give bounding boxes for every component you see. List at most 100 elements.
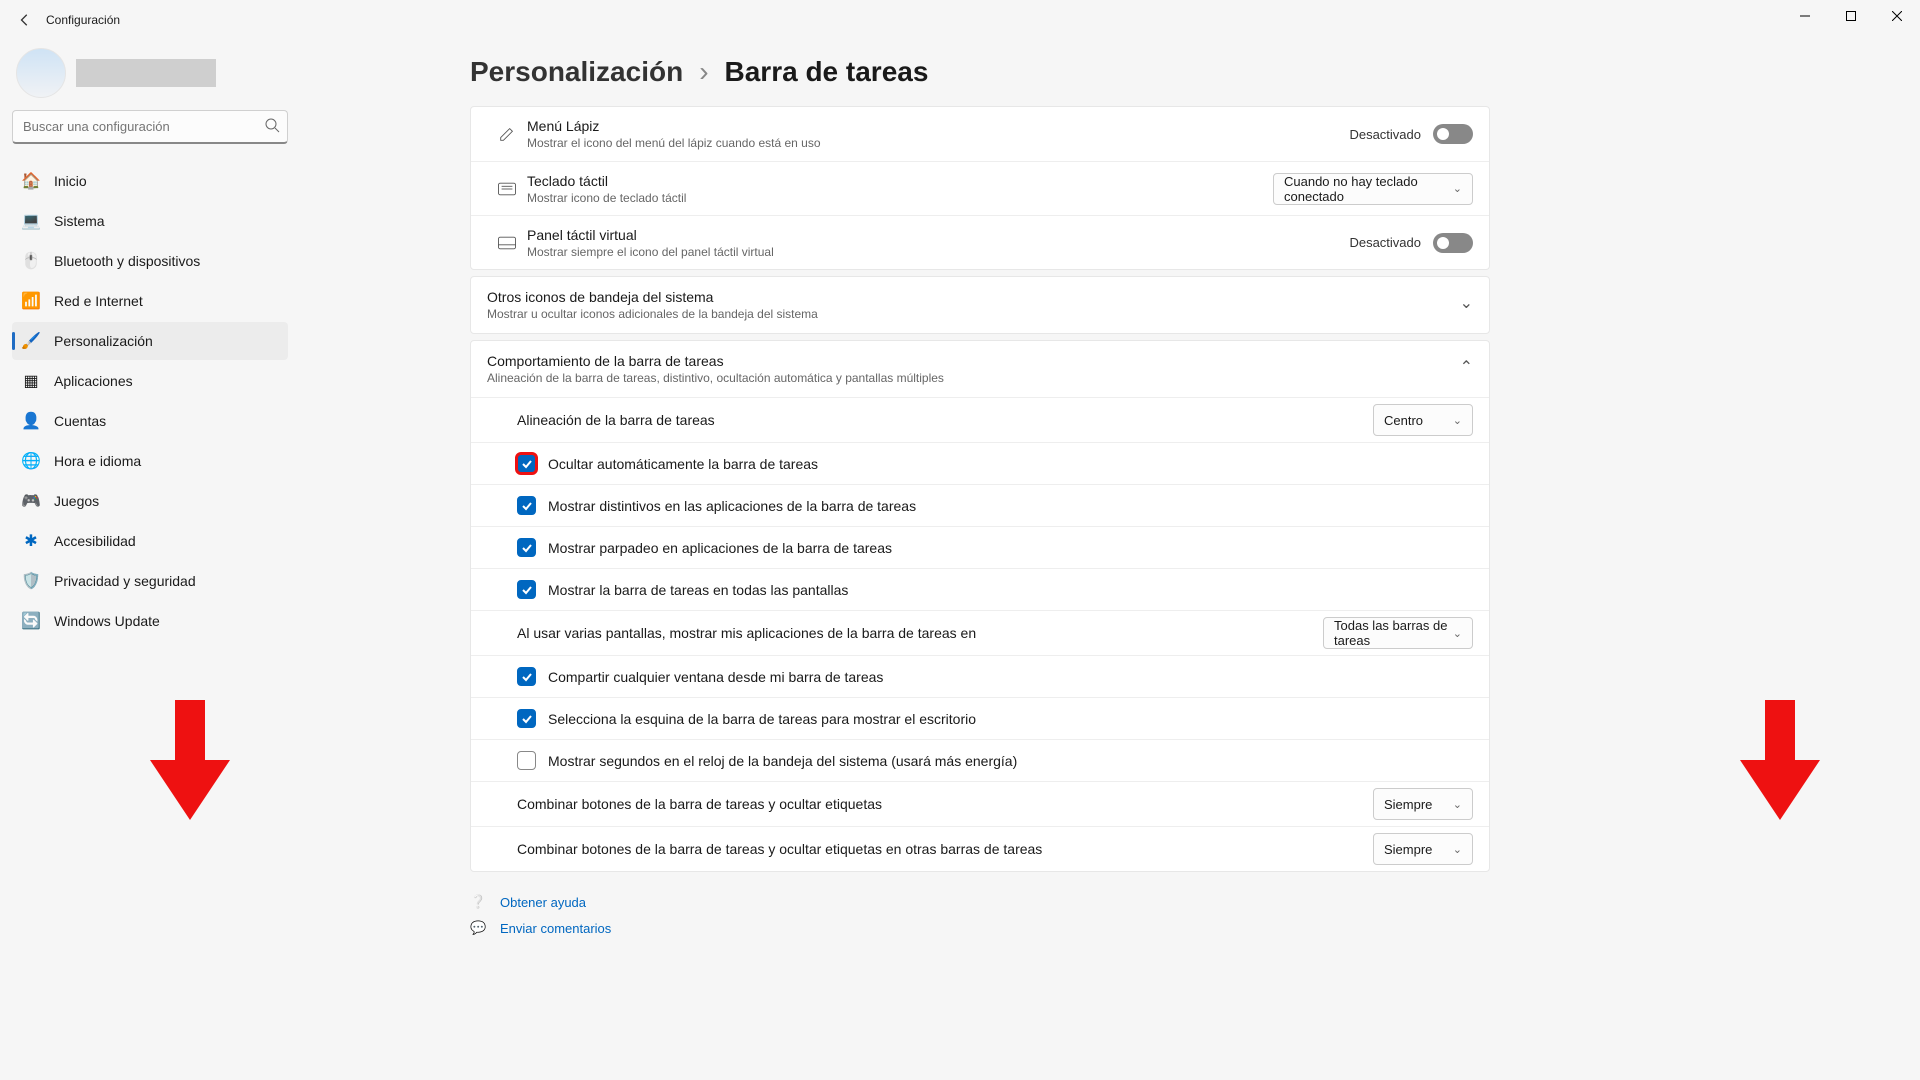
alignment-dropdown[interactable]: Centro⌄	[1373, 404, 1473, 436]
network-icon: 📶	[22, 292, 40, 310]
search-input[interactable]	[12, 110, 288, 144]
back-button[interactable]	[8, 3, 42, 37]
row-desc: Mostrar siempre el icono del panel tácti…	[527, 245, 1349, 259]
minimize-button[interactable]	[1782, 0, 1828, 32]
chevron-up-icon: ⌃	[1460, 353, 1473, 377]
setting-label: Combinar botones de la barra de tareas y…	[517, 841, 1373, 857]
setting-label: Alineación de la barra de tareas	[517, 412, 1373, 428]
group-title: Comportamiento de la barra de tareas	[487, 353, 944, 369]
apps-icon: ▦	[22, 372, 40, 390]
sidebar: 🏠Inicio 💻Sistema 🖱️Bluetooth y dispositi…	[0, 44, 300, 1080]
multi-monitor-dropdown[interactable]: Todas las barras de tareas⌄	[1323, 617, 1473, 649]
close-button[interactable]	[1874, 0, 1920, 32]
time-icon: 🌐	[22, 452, 40, 470]
toggle-state: Desactivado	[1349, 235, 1421, 250]
sidebar-item-sistema[interactable]: 💻Sistema	[12, 202, 288, 240]
setting-label: Al usar varias pantallas, mostrar mis ap…	[517, 625, 1323, 641]
group-header-behavior[interactable]: Comportamiento de la barra de tareas Ali…	[471, 341, 1489, 397]
row-badges: Mostrar distintivos en las aplicaciones …	[471, 484, 1489, 526]
chevron-down-icon: ⌄	[1453, 798, 1462, 811]
chevron-right-icon: ›	[699, 56, 708, 88]
sidebar-item-hora[interactable]: 🌐 Hora e idioma	[12, 442, 288, 480]
sidebar-item-inicio[interactable]: 🏠Inicio	[12, 162, 288, 200]
sidebar-item-accesibilidad[interactable]: ✱Accesibilidad	[12, 522, 288, 560]
row-title: Teclado táctil	[527, 173, 1273, 189]
privacy-icon: 🛡️	[22, 572, 40, 590]
sidebar-item-privacidad[interactable]: 🛡️Privacidad y seguridad	[12, 562, 288, 600]
row-desc: Mostrar el icono del menú del lápiz cuan…	[527, 136, 1349, 150]
sidebar-item-label: Windows Update	[54, 613, 160, 629]
flash-checkbox[interactable]	[517, 538, 536, 557]
breadcrumb: Personalización › Barra de tareas	[470, 56, 1490, 88]
sidebar-item-label: Aplicaciones	[54, 373, 133, 389]
help-icon: ❔	[470, 894, 488, 910]
setting-label: Mostrar distintivos en las aplicaciones …	[548, 498, 1473, 514]
row-combine-other: Combinar botones de la barra de tareas y…	[471, 826, 1489, 871]
pen-menu-toggle[interactable]	[1433, 124, 1473, 144]
corner-checkbox[interactable]	[517, 709, 536, 728]
get-help-link[interactable]: ❔Obtener ayuda	[470, 894, 1490, 910]
row-corner: Selecciona la esquina de la barra de tar…	[471, 697, 1489, 739]
account-header[interactable]	[12, 44, 288, 110]
breadcrumb-parent[interactable]: Personalización	[470, 56, 683, 88]
annotation-arrow-right	[1740, 700, 1820, 820]
search-icon[interactable]	[264, 117, 280, 138]
touch-keyboard-dropdown[interactable]: Cuando no hay teclado conectado⌄	[1273, 173, 1473, 205]
group-other-tray-icons: Otros iconos de bandeja del sistema Most…	[470, 276, 1490, 334]
annotation-arrow-left	[150, 700, 230, 820]
chevron-down-icon: ⌄	[1460, 289, 1473, 313]
badges-checkbox[interactable]	[517, 496, 536, 515]
row-all-screens: Mostrar la barra de tareas en todas las …	[471, 568, 1489, 610]
group-title: Otros iconos de bandeja del sistema	[487, 289, 818, 305]
bluetooth-icon: 🖱️	[22, 252, 40, 270]
sidebar-item-label: Juegos	[54, 493, 99, 509]
chevron-down-icon: ⌄	[1453, 182, 1462, 195]
seconds-checkbox[interactable]	[517, 751, 536, 770]
nav: 🏠Inicio 💻Sistema 🖱️Bluetooth y dispositi…	[12, 162, 288, 640]
row-title: Panel táctil virtual	[527, 227, 1349, 243]
row-flash: Mostrar parpadeo en aplicaciones de la b…	[471, 526, 1489, 568]
sidebar-item-juegos[interactable]: 🎮Juegos	[12, 482, 288, 520]
virtual-touchpad-toggle[interactable]	[1433, 233, 1473, 253]
sidebar-item-update[interactable]: 🔄 Windows Update	[12, 602, 288, 640]
sidebar-item-cuentas[interactable]: 👤Cuentas	[12, 402, 288, 440]
combine-main-dropdown[interactable]: Siempre⌄	[1373, 788, 1473, 820]
feedback-icon: 💬	[470, 920, 488, 936]
chevron-down-icon: ⌄	[1453, 627, 1462, 640]
setting-label: Selecciona la esquina de la barra de tar…	[548, 711, 1473, 727]
chevron-down-icon: ⌄	[1453, 414, 1462, 427]
group-header-other-tray[interactable]: Otros iconos de bandeja del sistema Most…	[471, 277, 1489, 333]
footer-links: ❔Obtener ayuda 💬Enviar comentarios	[470, 894, 1490, 936]
feedback-link[interactable]: 💬Enviar comentarios	[470, 920, 1490, 936]
share-checkbox[interactable]	[517, 667, 536, 686]
pen-icon	[487, 125, 527, 143]
sidebar-item-aplicaciones[interactable]: ▦ Aplicaciones	[12, 362, 288, 400]
setting-label: Mostrar parpadeo en aplicaciones de la b…	[548, 540, 1473, 556]
window-title: Configuración	[46, 13, 120, 27]
personalization-icon: 🖌️	[22, 332, 40, 350]
setting-label: Combinar botones de la barra de tareas y…	[517, 796, 1373, 812]
keyboard-icon	[487, 182, 527, 196]
sidebar-item-red[interactable]: 📶Red e Internet	[12, 282, 288, 320]
setting-label: Mostrar segundos en el reloj de la bande…	[548, 753, 1473, 769]
row-seconds: Mostrar segundos en el reloj de la bande…	[471, 739, 1489, 781]
sidebar-item-label: Hora e idioma	[54, 453, 141, 469]
row-desc: Mostrar icono de teclado táctil	[527, 191, 1273, 205]
row-multi-monitor: Al usar varias pantallas, mostrar mis ap…	[471, 610, 1489, 655]
account-name-redacted	[76, 59, 216, 87]
page-title: Barra de tareas	[725, 56, 929, 88]
sidebar-item-personalizacion[interactable]: 🖌️Personalización	[12, 322, 288, 360]
autohide-checkbox[interactable]	[517, 454, 536, 473]
group-taskbar-behavior: Comportamiento de la barra de tareas Ali…	[470, 340, 1490, 872]
update-icon: 🔄	[22, 612, 40, 630]
system-tray-icons-panel: Menú Lápiz Mostrar el icono del menú del…	[470, 106, 1490, 270]
row-alignment: Alineación de la barra de tareas Centro⌄	[471, 397, 1489, 442]
maximize-button[interactable]	[1828, 0, 1874, 32]
row-pen-menu: Menú Lápiz Mostrar el icono del menú del…	[471, 107, 1489, 161]
row-touch-keyboard: Teclado táctil Mostrar icono de teclado …	[471, 161, 1489, 215]
combine-other-dropdown[interactable]: Siempre⌄	[1373, 833, 1473, 865]
all-screens-checkbox[interactable]	[517, 580, 536, 599]
sidebar-item-bluetooth[interactable]: 🖱️Bluetooth y dispositivos	[12, 242, 288, 280]
row-autohide: Ocultar automáticamente la barra de tare…	[471, 442, 1489, 484]
home-icon: 🏠	[22, 172, 40, 190]
